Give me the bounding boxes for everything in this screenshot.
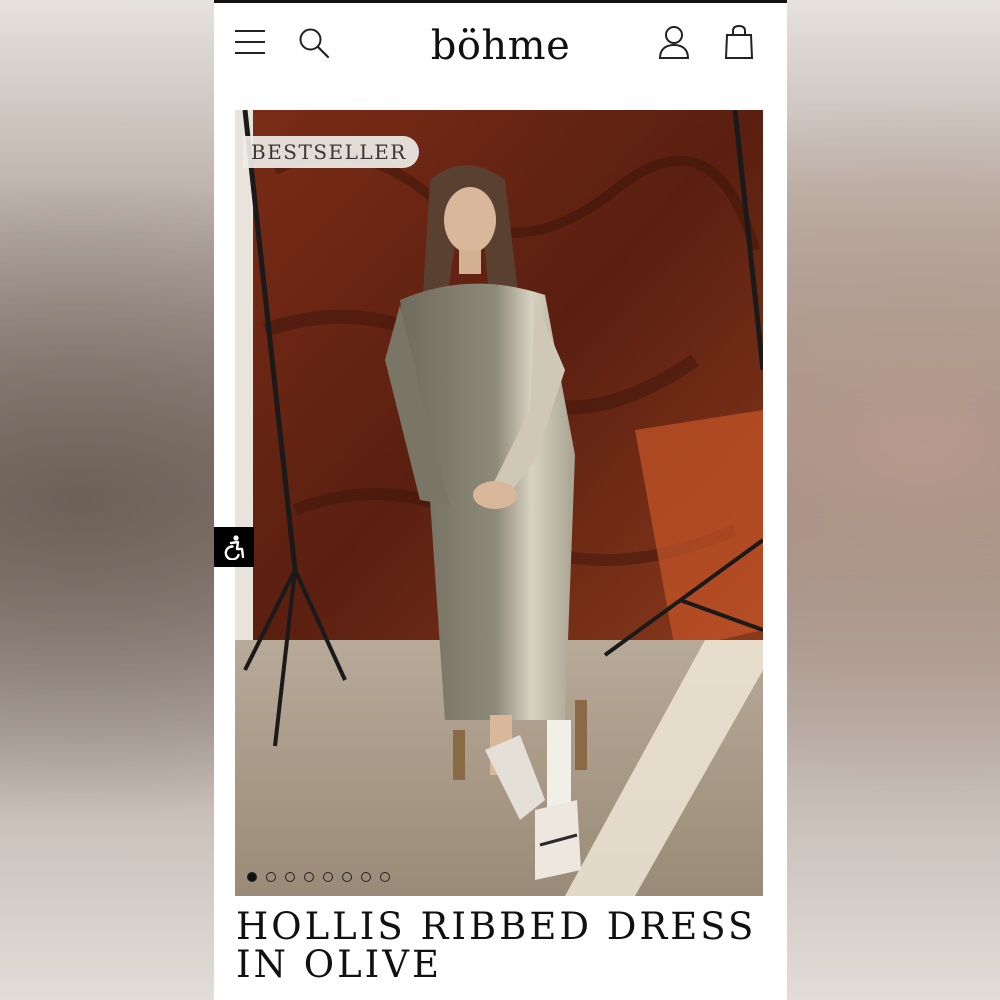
site-header: böhme bbox=[214, 3, 787, 89]
carousel-dot[interactable] bbox=[247, 872, 257, 882]
bestseller-badge: BESTSELLER bbox=[243, 136, 419, 168]
product-title-line2: IN OLIVE bbox=[236, 943, 443, 986]
account-icon[interactable] bbox=[658, 25, 690, 64]
carousel-dot[interactable] bbox=[323, 872, 333, 882]
accessibility-icon bbox=[224, 535, 245, 560]
product-photo bbox=[235, 110, 763, 896]
carousel-dot[interactable] bbox=[266, 872, 276, 882]
product-title: HOLLIS RIBBED DRESS IN OLIVE bbox=[236, 908, 776, 984]
product-title-line1: HOLLIS RIBBED DRESS bbox=[236, 905, 757, 948]
bag-icon[interactable] bbox=[724, 24, 754, 64]
carousel-dot[interactable] bbox=[342, 872, 352, 882]
carousel-pagination bbox=[247, 872, 390, 882]
brand-logo[interactable]: böhme bbox=[214, 23, 787, 69]
phone-screen: böhme BESTSELLER HOLLIS RIBBED DRESS IN … bbox=[214, 0, 787, 1000]
carousel-dot[interactable] bbox=[361, 872, 371, 882]
carousel-dot[interactable] bbox=[285, 872, 295, 882]
carousel-dot[interactable] bbox=[304, 872, 314, 882]
carousel-dot[interactable] bbox=[380, 872, 390, 882]
product-image-carousel[interactable]: BESTSELLER bbox=[235, 110, 763, 896]
accessibility-button[interactable] bbox=[214, 527, 254, 567]
